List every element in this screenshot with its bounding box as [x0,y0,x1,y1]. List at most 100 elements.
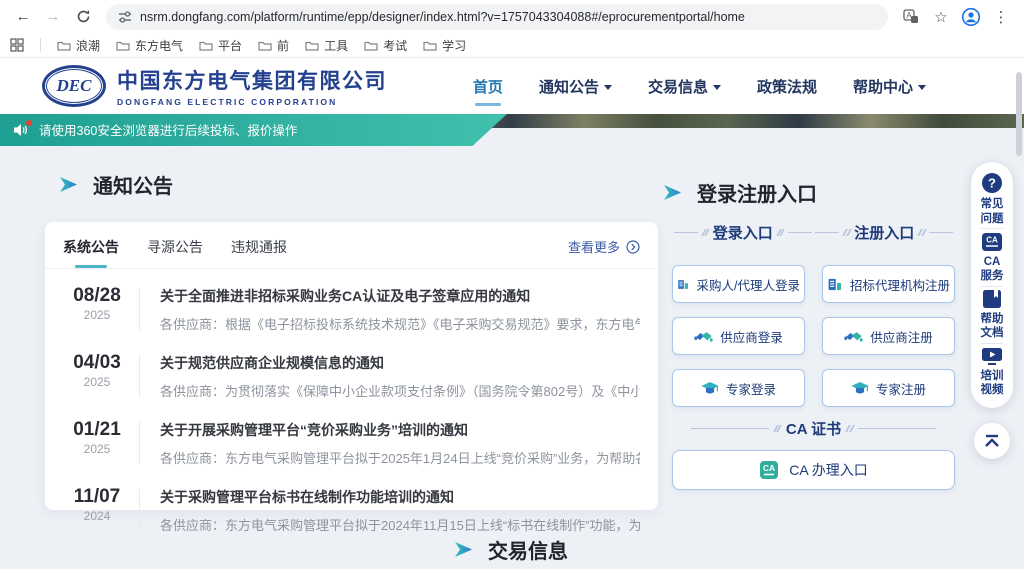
supplier-register-button[interactable]: 供应商注册 [822,317,955,355]
ca-apply-button[interactable]: CA CA 办理入口 [672,450,955,490]
login-entry-header: 登录入口 [672,222,814,243]
divider [815,232,839,233]
supplier-login-button[interactable]: 供应商登录 [672,317,805,355]
nav-trade-info[interactable]: 交易信息 [648,76,721,97]
notice-row[interactable]: 04/03 2025 关于规范供应商企业规模信息的通知 各供应商：为贯彻落实《保… [45,342,658,409]
chevron-down-icon [713,85,721,90]
divider [139,288,140,330]
bookmark-folder-langchao[interactable]: 浪潮 [57,37,100,54]
profile-avatar-icon[interactable] [958,5,984,29]
button-label: 专家登录 [726,379,776,398]
notice-date-md: 04/03 [71,352,123,374]
notice-row[interactable]: 11/07 2024 关于采购管理平台标书在线制作功能培训的通知 各供应商：东方… [45,476,658,543]
login-register-subheaders: 登录入口 注册入口 [672,222,955,243]
expert-login-button[interactable]: 专家登录 [672,369,805,407]
address-bar[interactable]: nsrm.dongfang.com/platform/runtime/epp/d… [106,4,888,30]
nav-label: 政策法规 [757,76,817,97]
bookmark-folder-kaoshi[interactable]: 考试 [364,37,407,54]
notices-tabs: 系统公告 寻源公告 违规通报 [63,237,287,268]
bookmark-label: 工具 [324,37,348,54]
site-header: DEC 中国东方电气集团有限公司 DONGFANG ELECTRIC CORPO… [0,58,1024,114]
reload-icon[interactable] [70,4,96,30]
ribbon-text: 请使用360安全浏览器进行后续投标、报价操作 [39,120,297,139]
notice-title: 关于规范供应商企业规模信息的通知 [160,353,640,373]
reload-icon-glyph [76,9,91,24]
login-entry-label: 登录入口 [713,222,773,243]
divider [788,232,812,233]
ca-icon-text: CA [763,463,775,473]
view-more-link[interactable]: 查看更多 [568,237,640,256]
divider [139,355,140,397]
ca-service-shortcut[interactable]: CA CA服务 [981,232,1004,284]
notice-date: 04/03 2025 [71,352,123,389]
bookmark-star-icon[interactable]: ☆ [928,5,954,29]
bookmark-folder-gongju[interactable]: 工具 [305,37,348,54]
back-icon[interactable]: ← [10,4,36,30]
divider [778,229,783,236]
ca-cert-divider: CA 证书 [672,418,955,439]
chevron-up-icon [983,434,1001,448]
notice-date-md: 01/21 [71,419,123,441]
bidding-agency-register-button[interactable]: 招标代理机构注册 [822,265,955,303]
nav-label: 帮助中心 [853,76,913,97]
handshake-icon [844,329,863,344]
tab-violation-reports[interactable]: 违规通报 [231,237,287,268]
notice-title: 关于开展采购管理平台“竞价采购业务”培训的通知 [160,420,640,440]
notice-date-year: 2025 [71,308,123,322]
back-to-top-button[interactable] [974,423,1010,459]
bookmark-folder-xuexi[interactable]: 学习 [423,37,466,54]
speaker-icon [14,123,30,137]
bookmarks-divider [40,38,41,52]
login-buttons-grid: 采购人/代理人登录 招标代理机构注册 供应商登录 [672,265,955,407]
bookmark-folder-dongfang[interactable]: 东方电气 [116,37,183,54]
expert-register-button[interactable]: 专家注册 [822,369,955,407]
dec-logo: DEC [42,65,106,107]
nav-policies[interactable]: 政策法规 [757,76,817,97]
book-icon [981,289,1003,309]
bookmark-folder-pingtai[interactable]: 平台 [199,37,242,54]
section-arrow-icon [664,184,683,201]
divider [691,428,769,429]
notice-body: 关于规范供应商企业规模信息的通知 各供应商：为贯彻落实《保障中小企业款项支付条例… [160,352,640,400]
notice-body: 关于采购管理平台标书在线制作功能培训的通知 各供应商：东方电气采购管理平台拟于2… [160,486,640,534]
scrollbar-thumb[interactable] [1016,72,1022,156]
section-title: 登录注册入口 [697,178,817,207]
forward-icon[interactable]: → [40,4,66,30]
notice-date-md: 08/28 [71,285,123,307]
folder-icon [116,40,130,51]
bookmark-folder-qian[interactable]: 前 [258,37,289,54]
graduation-cap-icon [701,381,719,396]
view-more-label: 查看更多 [568,237,620,256]
browser-menu-icon[interactable]: ⋮ [988,5,1014,29]
notice-row[interactable]: 01/21 2025 关于开展采购管理平台“竞价采购业务”培训的通知 各供应商：… [45,409,658,476]
nav-help-center[interactable]: 帮助中心 [853,76,926,97]
purchaser-agent-login-button[interactable]: 采购人/代理人登录 [672,265,805,303]
circle-arrow-icon [626,240,640,254]
tab-sourcing-notices[interactable]: 寻源公告 [147,237,203,268]
faq-shortcut[interactable]: ? 常见问题 [981,172,1004,226]
ca-icon: CA [981,232,1003,252]
bookmark-label: 浪潮 [76,37,100,54]
apps-grid-icon[interactable] [10,38,24,52]
notice-title: 关于采购管理平台标书在线制作功能培训的通知 [160,487,640,507]
notices-section-header: 通知公告 [60,170,173,199]
translate-icon[interactable]: A [898,5,924,29]
bookmark-label: 考试 [383,37,407,54]
notice-desc: 各供应商：东方电气采购管理平台拟于2024年11月15日上线“标书在线制作”功能… [160,515,640,534]
chevron-down-icon [918,85,926,90]
folder-icon [423,40,437,51]
folder-icon [57,40,71,51]
tab-system-notices[interactable]: 系统公告 [63,237,119,268]
nav-notices[interactable]: 通知公告 [539,76,612,97]
training-videos-shortcut[interactable]: 培训视频 [981,346,1004,398]
notice-row[interactable]: 08/28 2025 关于全面推进非招标采购业务CA认证及电子签章应用的通知 各… [45,275,658,342]
help-docs-shortcut[interactable]: 帮助文档 [981,289,1004,341]
notice-date: 01/21 2025 [71,419,123,456]
notice-date: 08/28 2025 [71,285,123,322]
divider [981,286,1003,287]
divider [929,232,953,233]
sidebar-item-label: 常见问题 [981,197,1004,226]
trade-section-header: 交易信息 [455,535,568,564]
bookmark-label: 前 [277,37,289,54]
nav-home[interactable]: 首页 [473,76,503,97]
